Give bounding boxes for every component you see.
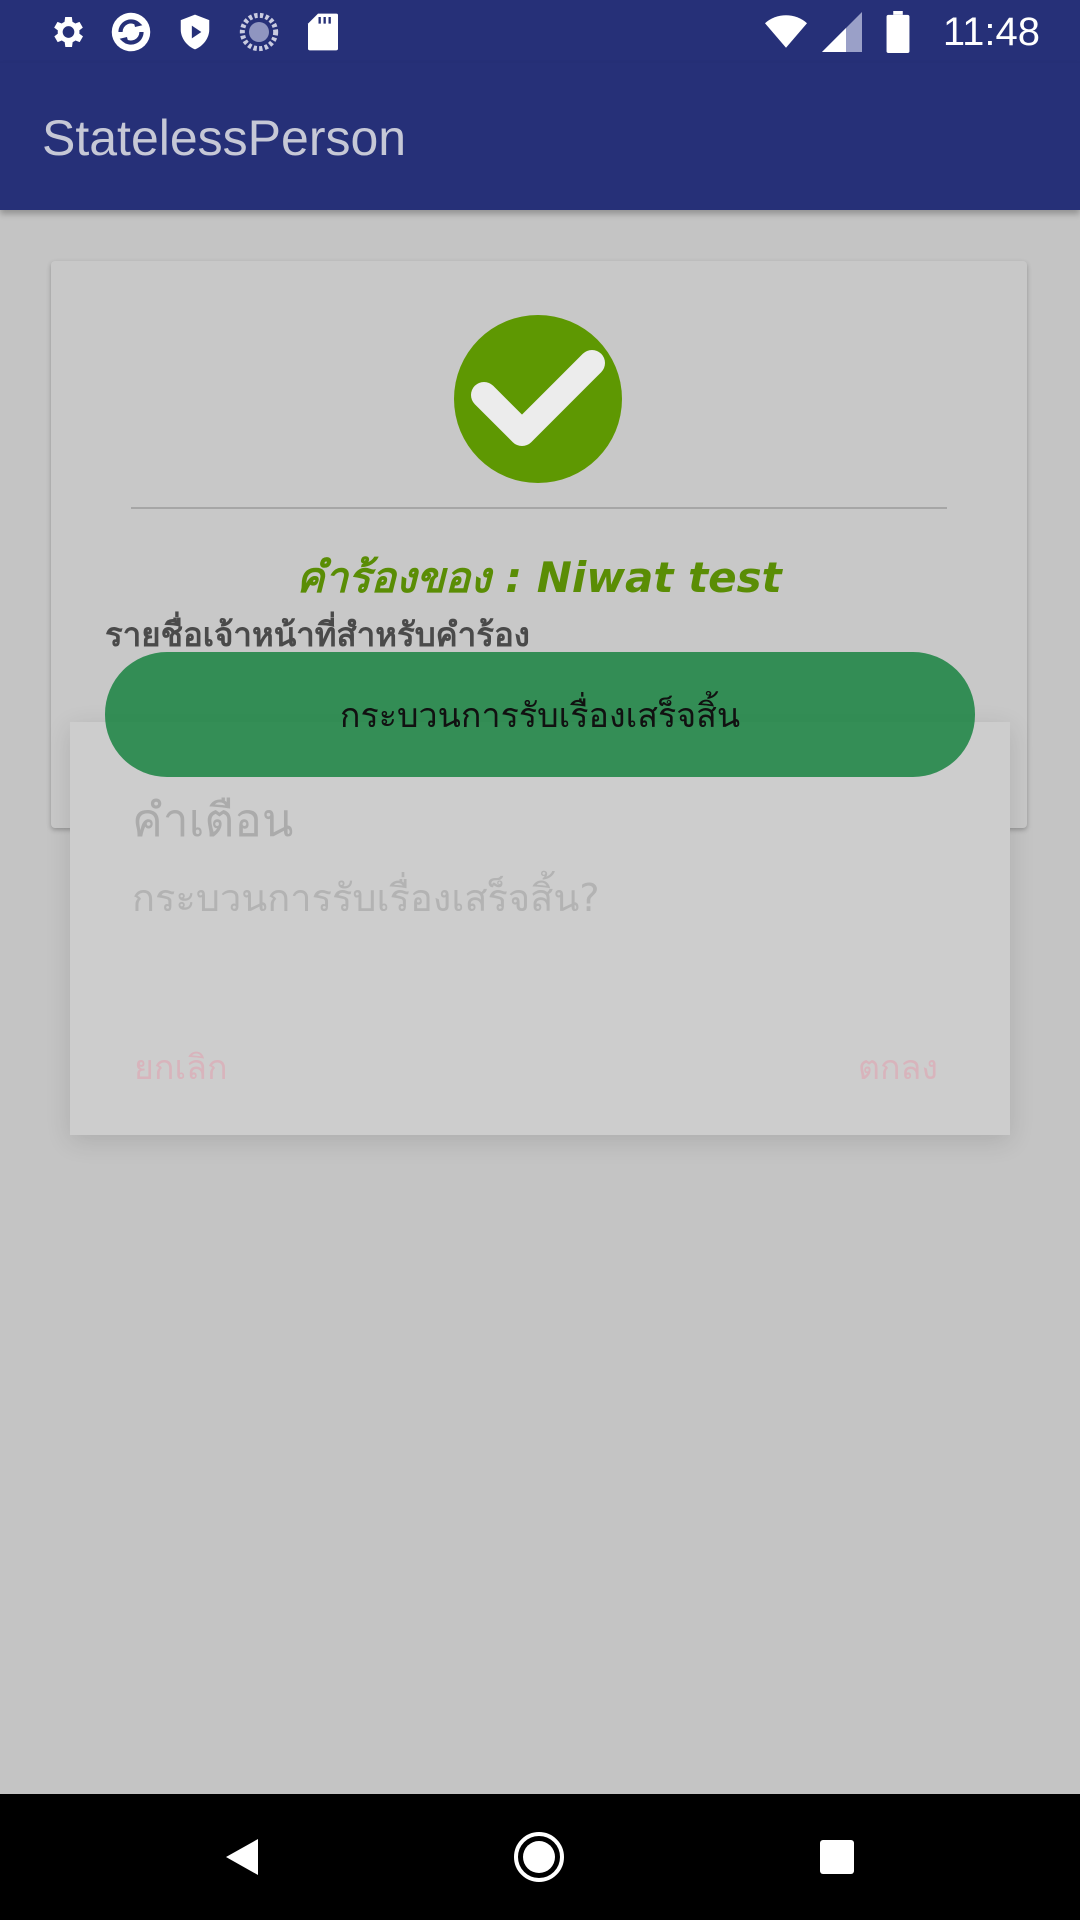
system-status: 11:48 [764,8,1040,56]
settings-icon [46,11,88,53]
dialog-title: คำเตือน [132,793,294,847]
status-bar: 11:48 [0,0,1080,63]
request-owner-title: คำร้องของ : Niwat test [296,553,782,602]
navigation-bar [0,1794,1080,1920]
finish-process-button[interactable]: กระบวนการรับเรื่องเสร็จสิ้น [105,652,975,777]
shield-play-icon [174,11,216,53]
divider [131,507,947,509]
sync-icon [110,11,152,53]
cancel-button[interactable]: ยกเลิก [134,1040,228,1094]
finish-process-button-label: กระบวนการรับเรื่องเสร็จสิ้น [339,695,741,736]
confirm-dialog: คำเตือน กระบวนการรับเรื่องเสร็จสิ้น? ยกเ… [70,722,1010,1135]
battery-icon [877,11,919,53]
sd-card-icon [302,11,344,53]
app-bar: StatelessPerson [0,63,1080,210]
signal-icon [821,11,863,53]
loading-circle-icon [238,11,280,53]
clock-time: 11:48 [942,9,1040,54]
back-icon[interactable] [212,1827,272,1887]
dialog-message: กระบวนการรับเรื่องเสร็จสิ้น? [132,876,600,920]
app-title: StatelessPerson [42,110,407,166]
recent-apps-icon[interactable] [807,1827,867,1887]
check-circle-icon [454,315,622,483]
wifi-icon [764,11,807,53]
screen: 11:48 StatelessPerson คำร้องของ : Niwat … [0,0,1080,1920]
home-icon[interactable] [509,1827,569,1887]
notification-icons [46,10,344,54]
ok-button[interactable]: ตกลง [858,1040,938,1094]
